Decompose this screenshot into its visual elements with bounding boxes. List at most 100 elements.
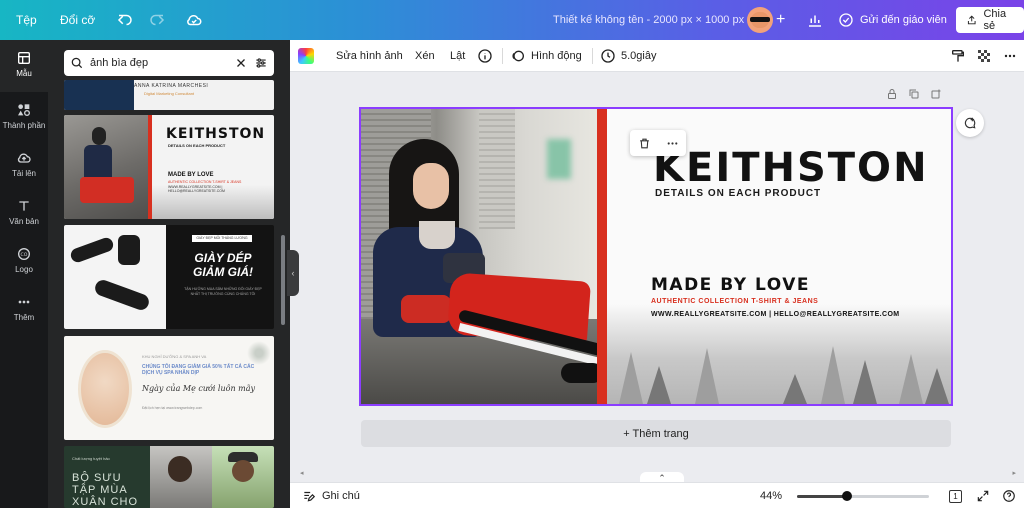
rail-label: Logo (15, 265, 33, 274)
design-photo[interactable] (361, 109, 597, 404)
document-title[interactable]: Thiết kế không tên - 2000 px × 1000 px (553, 0, 744, 40)
transparency-icon (978, 50, 990, 62)
thumbnail-text: KHU NGHỈ DƯỠNG & SPA ANH VA (142, 354, 207, 359)
help-button[interactable] (1002, 483, 1016, 508)
design-fog-trees[interactable] (607, 304, 951, 404)
comment-add-icon (964, 117, 976, 129)
resize-button[interactable]: Đổi cỡ (60, 0, 95, 40)
divider (592, 48, 593, 64)
thumbnail-text: Digital Marketing Consultant (144, 91, 195, 96)
share-label: Chia sẻ (983, 8, 1007, 32)
file-menu-label: Tệp (16, 13, 37, 27)
add-comment-button[interactable] (956, 109, 984, 137)
file-menu[interactable]: Tệp (16, 0, 37, 40)
add-page-icon[interactable] (930, 88, 942, 100)
logo-icon: CO (18, 248, 30, 260)
template-thumbnail-menswear[interactable]: Chất lượng tuyệt hảo BỘ SƯU TẬP MÙA XUÂN… (64, 446, 274, 508)
share-button[interactable]: Chia sẻ (956, 7, 1024, 33)
thumbnail-decoration (244, 340, 274, 366)
rail-label: Mẫu (16, 69, 32, 78)
editor-toolbar: Sửa hình ảnh Xén Lật Hình động 5.0giây (290, 40, 1024, 72)
redo-icon[interactable] (148, 0, 166, 40)
trash-icon[interactable] (638, 137, 651, 150)
page-actions (886, 88, 942, 104)
design-title[interactable]: KEITHSTON (653, 145, 929, 191)
send-to-teacher-button[interactable]: Gửi đến giáo viên (838, 0, 947, 40)
thumbnail-title: GIÀY DÉP GIẢM GIÁ! (193, 251, 253, 279)
design-subtitle[interactable]: DETAILS ON EACH PRODUCT (655, 188, 821, 199)
design-contact[interactable]: WWW.REALLYGREATSITE.COM | HELLO@REALLYGR… (651, 311, 900, 318)
side-rail: Mẫu Thành phần Tải lên Văn bản CO Logo T… (0, 40, 48, 508)
thumbnail-text: CHÚNG TÔI ĐANG GIẢM GIÁ 50% TẤT CẢ CÁC D… (142, 364, 255, 376)
zoom-slider-fill (797, 495, 848, 498)
crop-button[interactable]: Xén (415, 40, 435, 72)
animate-icon (512, 50, 524, 62)
check-circle-icon (839, 13, 853, 27)
template-thumbnail-shoes[interactable]: GIÀY ĐẸP MỖI THÁNG LƯƠNG GIÀY DÉP GIẢM G… (64, 225, 274, 329)
rail-item-more[interactable]: Thêm (0, 290, 48, 334)
add-people-icon[interactable]: + (776, 0, 785, 40)
panel-scrollbar[interactable] (281, 235, 285, 325)
search-input[interactable]: ảnh bìa đẹp (90, 57, 228, 69)
edit-image-button[interactable]: Sửa hình ảnh (336, 40, 403, 72)
color-picker-button[interactable] (298, 40, 314, 72)
clear-search-icon[interactable] (234, 56, 248, 70)
zoom-value[interactable]: 44% (760, 483, 782, 508)
rail-item-templates[interactable]: Mẫu (0, 40, 48, 92)
search-box[interactable]: ảnh bìa đẹp (64, 50, 274, 76)
lock-icon[interactable] (886, 88, 898, 100)
rail-item-logo[interactable]: CO Logo (0, 242, 48, 286)
filter-icon[interactable] (254, 56, 268, 70)
duplicate-page-icon[interactable] (908, 88, 920, 100)
design-tagline[interactable]: AUTHENTIC COLLECTION T-SHIRT & JEANS (651, 298, 818, 305)
divider (502, 48, 503, 64)
page-count-button[interactable]: 1 (949, 483, 962, 508)
design-accent-bar[interactable] (597, 109, 607, 404)
design-heading[interactable]: MADE BY LOVE (651, 275, 810, 295)
resize-label: Đổi cỡ (60, 13, 96, 27)
template-icon (18, 52, 30, 64)
zoom-slider-thumb[interactable] (842, 491, 853, 501)
svg-text:CO: CO (21, 252, 28, 258)
upload-icon (17, 153, 31, 163)
rail-item-elements[interactable]: Thành phần (0, 98, 48, 142)
more-icon (18, 300, 30, 304)
notes-button[interactable]: Ghi chú (302, 483, 360, 508)
zoom-slider[interactable] (797, 491, 929, 501)
flip-button[interactable]: Lật (450, 40, 465, 72)
animate-button[interactable]: Hình động (510, 40, 582, 72)
transparency-button[interactable] (976, 40, 992, 72)
share-upload-icon (967, 15, 976, 25)
cloud-saved-icon[interactable] (185, 0, 203, 40)
more-options-button[interactable] (1002, 40, 1018, 72)
rail-item-uploads[interactable]: Tải lên (0, 146, 48, 190)
rail-label: Thành phần (2, 121, 46, 130)
template-thumbnail[interactable]: ANNA KATRINA MARCHESI Digital Marketing … (64, 80, 274, 110)
thumbnail-title: BỘ SƯU TẬP MÙA XUÂN CHO NAM (72, 472, 139, 508)
search-icon (71, 57, 83, 69)
paint-roller-icon (952, 50, 964, 62)
fullscreen-button[interactable] (976, 483, 990, 508)
copy-style-button[interactable] (950, 40, 966, 72)
rail-item-text[interactable]: Văn bản (0, 194, 48, 238)
element-context-menu (630, 130, 686, 156)
insights-chart-icon[interactable] (806, 0, 824, 40)
more-dots-icon (1004, 54, 1016, 58)
user-avatar[interactable] (747, 0, 773, 40)
text-icon (19, 201, 29, 211)
thumbnail-title: Ngày của Mẹ cưới luôn mãy (142, 384, 256, 393)
collapse-panel-handle[interactable]: ‹ (287, 250, 299, 296)
bottom-bar: Ghi chú 44% 1 (290, 482, 1024, 508)
info-button[interactable] (477, 40, 493, 72)
duration-button[interactable]: 5.0giây (600, 40, 656, 72)
template-thumbnail-keithston[interactable]: KEITHSTON DETAILS ON EACH PRODUCT MADE B… (64, 115, 274, 219)
undo-icon[interactable] (116, 0, 134, 40)
scroll-left-icon[interactable]: ◂ (300, 469, 304, 477)
scroll-right-icon[interactable]: ▸ (1012, 469, 1016, 477)
add-page-button[interactable]: + Thêm trang (361, 420, 951, 447)
template-thumbnail-spa[interactable]: KHU NGHỈ DƯỠNG & SPA ANH VA CHÚNG TÔI ĐA… (64, 336, 274, 440)
flip-label: Lật (450, 50, 466, 62)
rail-label: Văn bản (9, 217, 39, 226)
more-dots-icon[interactable] (666, 137, 679, 150)
notes-pen-icon (304, 491, 316, 502)
